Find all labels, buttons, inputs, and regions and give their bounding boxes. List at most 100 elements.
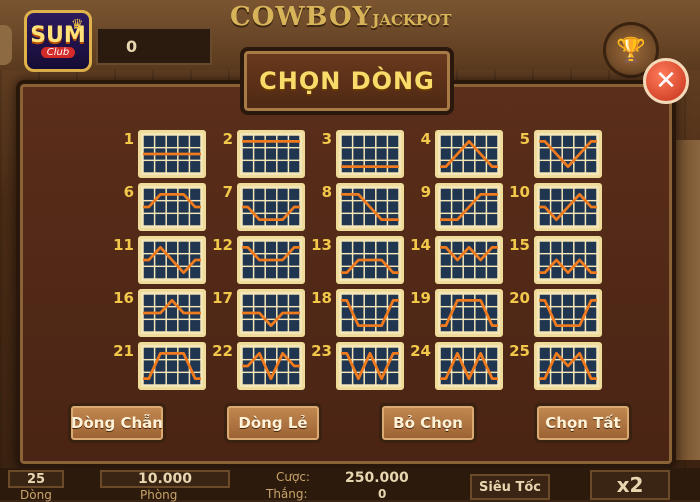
line-pattern-grid xyxy=(336,289,404,337)
line-number: 15 xyxy=(509,236,530,254)
line-number: 21 xyxy=(113,342,134,360)
line-pattern-grid xyxy=(237,236,305,284)
line-pattern-grid xyxy=(237,342,305,390)
line-pattern-grid xyxy=(534,342,602,390)
line-pattern-grid xyxy=(534,130,602,178)
line-option-11[interactable]: 11 xyxy=(112,236,212,284)
line-number: 1 xyxy=(123,130,134,148)
line-option-4[interactable]: 4 xyxy=(409,130,509,178)
line-number: 2 xyxy=(222,130,233,148)
line-pattern-grid xyxy=(336,236,404,284)
line-option-21[interactable]: 21 xyxy=(112,342,212,390)
line-option-17[interactable]: 17 xyxy=(211,289,311,337)
line-option-12[interactable]: 12 xyxy=(211,236,311,284)
line-option-22[interactable]: 22 xyxy=(211,342,311,390)
line-option-25[interactable]: 25 xyxy=(508,342,608,390)
line-number: 10 xyxy=(509,183,530,201)
close-icon: ✕ xyxy=(655,66,677,96)
line-pattern-grid xyxy=(435,236,503,284)
close-button[interactable]: ✕ xyxy=(643,58,689,104)
line-option-8[interactable]: 8 xyxy=(310,183,410,231)
line-option-18[interactable]: 18 xyxy=(310,289,410,337)
line-pattern-grid xyxy=(138,183,206,231)
turbo-button[interactable]: Siêu Tốc xyxy=(470,474,550,500)
line-number: 13 xyxy=(311,236,332,254)
line-option-19[interactable]: 19 xyxy=(409,289,509,337)
line-option-9[interactable]: 9 xyxy=(409,183,509,231)
line-pattern-grid xyxy=(138,289,206,337)
line-option-24[interactable]: 24 xyxy=(409,342,509,390)
line-pattern-grid xyxy=(336,342,404,390)
line-number: 16 xyxy=(113,289,134,307)
select-even-lines-button[interactable]: Dòng Chẵn xyxy=(68,403,166,443)
line-number: 22 xyxy=(212,342,233,360)
line-pattern-grid xyxy=(435,289,503,337)
select-odd-lines-button[interactable]: Dòng Lẻ xyxy=(224,403,322,443)
line-number: 6 xyxy=(123,183,134,201)
line-option-20[interactable]: 20 xyxy=(508,289,608,337)
line-number: 19 xyxy=(410,289,431,307)
multiplier-button[interactable]: x2 xyxy=(590,470,670,500)
select-all-button[interactable]: Chọn Tất xyxy=(534,403,632,443)
line-option-10[interactable]: 10 xyxy=(508,183,608,231)
line-number: 17 xyxy=(212,289,233,307)
line-option-1[interactable]: 1 xyxy=(112,130,212,178)
line-number: 18 xyxy=(311,289,332,307)
line-number: 8 xyxy=(321,183,332,201)
line-option-23[interactable]: 23 xyxy=(310,342,410,390)
game-title-main: COWBOY xyxy=(230,2,373,32)
game-title: COWBOYJACKPOT xyxy=(230,2,480,36)
line-option-2[interactable]: 2 xyxy=(211,130,311,178)
line-option-13[interactable]: 13 xyxy=(310,236,410,284)
app-logo: ♛ SUM Club xyxy=(24,10,92,72)
line-number: 11 xyxy=(113,236,134,254)
line-pattern-grid xyxy=(534,183,602,231)
right-edge-decoration xyxy=(672,140,700,460)
logo-sub-text: Club xyxy=(40,46,76,58)
line-pattern-grid xyxy=(138,130,206,178)
line-number: 4 xyxy=(420,130,431,148)
line-number: 12 xyxy=(212,236,233,254)
line-option-14[interactable]: 14 xyxy=(409,236,509,284)
line-option-5[interactable]: 5 xyxy=(508,130,608,178)
dialog-title-plate: CHỌN DÒNG xyxy=(240,47,454,115)
line-number: 3 xyxy=(321,130,332,148)
line-number: 24 xyxy=(410,342,431,360)
line-pattern-grid xyxy=(435,130,503,178)
line-pattern-grid xyxy=(336,130,404,178)
win-value: 0 xyxy=(378,487,387,501)
crown-icon: ♛ xyxy=(71,17,84,33)
deselect-all-button[interactable]: Bỏ Chọn xyxy=(379,403,477,443)
line-number: 23 xyxy=(311,342,332,360)
line-pattern-grid xyxy=(336,183,404,231)
line-pattern-grid xyxy=(237,130,305,178)
line-number: 9 xyxy=(420,183,431,201)
line-pattern-grid xyxy=(138,342,206,390)
line-number: 5 xyxy=(519,130,530,148)
line-pattern-grid xyxy=(237,289,305,337)
line-number: 25 xyxy=(509,342,530,360)
line-number: 14 xyxy=(410,236,431,254)
game-title-suffix: JACKPOT xyxy=(372,11,452,29)
bet-label: Cược: xyxy=(276,470,310,484)
line-pattern-grid xyxy=(435,342,503,390)
balance-display: 0 xyxy=(96,27,212,65)
line-number: 20 xyxy=(509,289,530,307)
lines-count: 25 xyxy=(8,470,64,488)
line-option-15[interactable]: 15 xyxy=(508,236,608,284)
line-option-7[interactable]: 7 xyxy=(211,183,311,231)
dialog-title: CHỌN DÒNG xyxy=(259,67,435,95)
win-label: Thắng: xyxy=(266,487,308,501)
bet-value: 250.000 xyxy=(345,470,409,486)
room-value[interactable]: 10.000 xyxy=(100,470,230,488)
line-option-16[interactable]: 16 xyxy=(112,289,212,337)
line-pattern-grid xyxy=(435,183,503,231)
left-edge-decoration xyxy=(0,25,12,65)
line-pattern-grid xyxy=(534,289,602,337)
line-pattern-grid xyxy=(534,236,602,284)
line-option-3[interactable]: 3 xyxy=(310,130,410,178)
line-pattern-grid xyxy=(237,183,305,231)
line-pattern-grid xyxy=(138,236,206,284)
line-number: 7 xyxy=(222,183,233,201)
line-option-6[interactable]: 6 xyxy=(112,183,212,231)
